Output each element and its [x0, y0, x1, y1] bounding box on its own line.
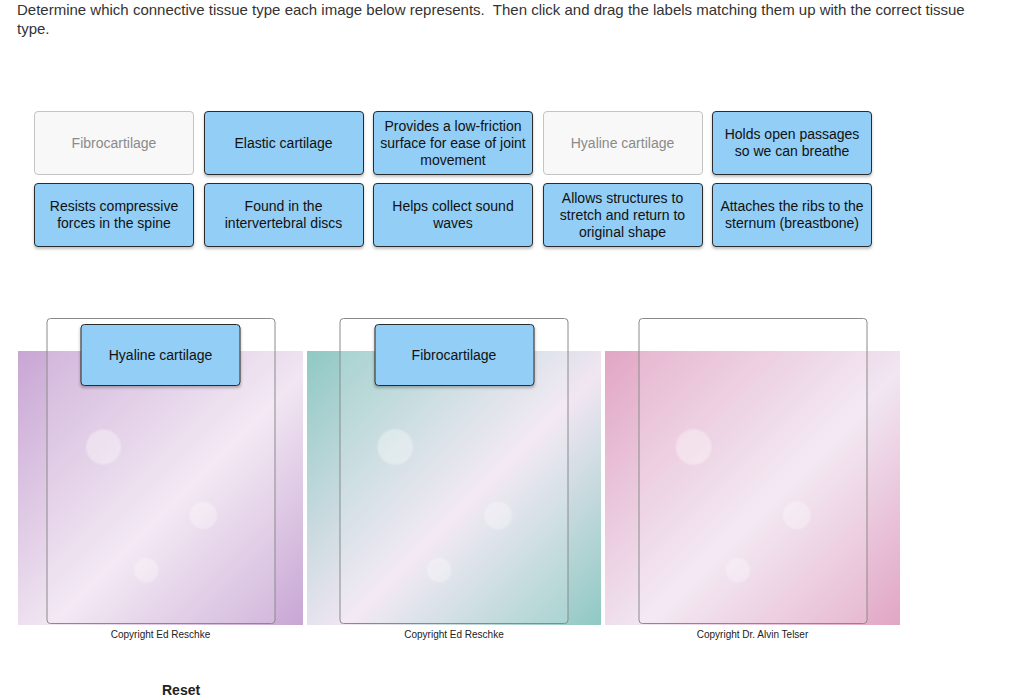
- reset-button[interactable]: Reset: [162, 682, 200, 697]
- figure: Fibrocartilage Copyright Ed Reschke: [307, 318, 601, 641]
- label-tile[interactable]: Elastic cartilage: [204, 111, 364, 175]
- caption: Copyright Ed Reschke: [404, 629, 504, 641]
- page: Determine which connective tissue type e…: [0, 0, 1024, 697]
- caption: Copyright Ed Reschke: [111, 629, 211, 641]
- label-tile[interactable]: Attaches the ribs to the sternum (breast…: [712, 183, 872, 247]
- placed-label[interactable]: Hyaline cartilage: [81, 324, 241, 386]
- figure-row: Hyaline cartilageCopyright Ed ReschkeFib…: [18, 318, 1024, 641]
- label-tile[interactable]: Allows structures to stretch and return …: [543, 183, 703, 247]
- figure: Hyaline cartilage Copyright Ed Reschke: [18, 318, 303, 641]
- label-tile[interactable]: Provides a low-friction surface for ease…: [373, 111, 533, 175]
- footer: Reset: [0, 641, 1024, 697]
- label-tile[interactable]: Holds open passages so we can breathe: [712, 111, 872, 175]
- figure: Copyright Dr. Alvin Telser: [605, 318, 900, 641]
- label-bank: FibrocartilageElastic cartilageProvides …: [34, 111, 1024, 247]
- label-tile: Fibrocartilage: [34, 111, 194, 175]
- drop-zone[interactable]: [638, 318, 867, 624]
- instructions: Determine which connective tissue type e…: [0, 0, 977, 38]
- placed-label[interactable]: Fibrocartilage: [374, 324, 534, 386]
- drop-zone[interactable]: Fibrocartilage: [340, 318, 569, 624]
- caption: Copyright Dr. Alvin Telser: [697, 629, 809, 641]
- label-tile[interactable]: Resists compressive forces in the spine: [34, 183, 194, 247]
- label-tile[interactable]: Helps collect sound waves: [373, 183, 533, 247]
- drop-zone[interactable]: Hyaline cartilage: [46, 318, 275, 624]
- label-tile[interactable]: Found in the intervertebral discs: [204, 183, 364, 247]
- label-tile: Hyaline cartilage: [543, 111, 703, 175]
